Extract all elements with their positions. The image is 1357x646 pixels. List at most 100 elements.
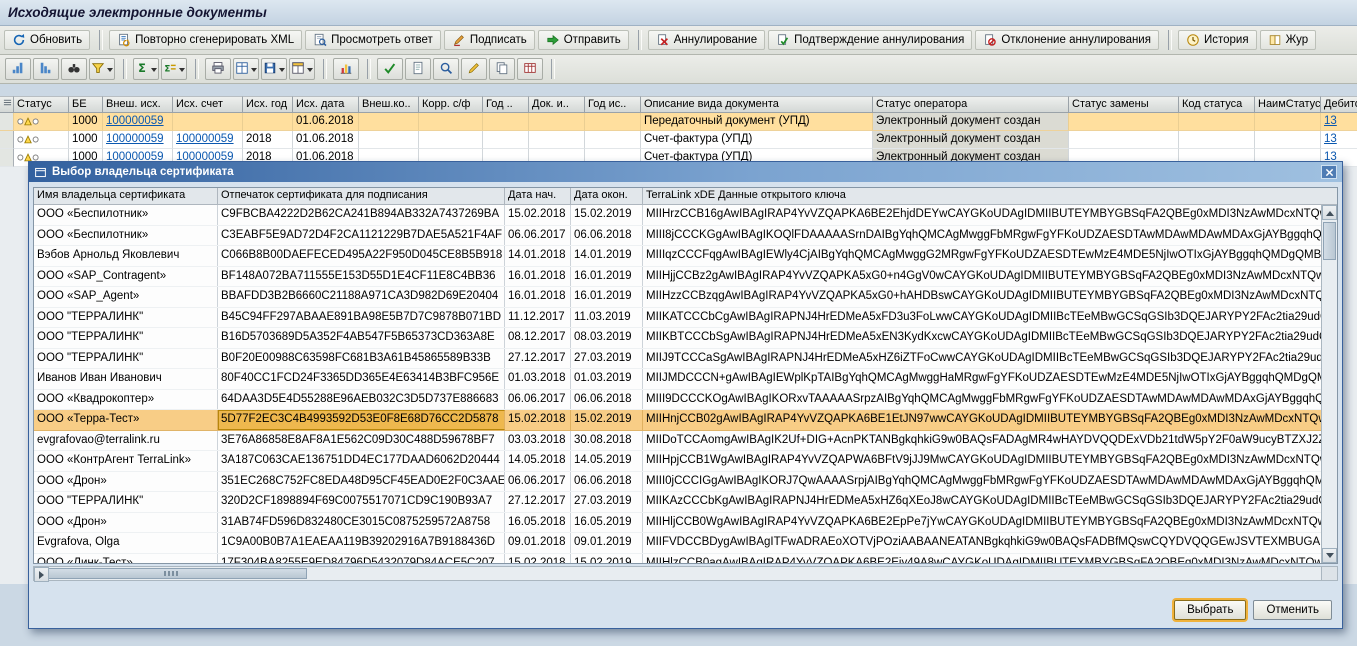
certificate-row[interactable]: ООО "ТЕРРАЛИНК" B45C94FF297ABAAE891BA98E… xyxy=(34,308,1321,329)
views-button[interactable] xyxy=(233,58,259,80)
print-button[interactable] xyxy=(205,58,231,80)
journal-button[interactable]: Жур xyxy=(1260,30,1317,50)
certificate-row[interactable]: ООО "ТЕРРАЛИНК" B16D5703689D5A352F4AB547… xyxy=(34,328,1321,349)
zoom-button[interactable] xyxy=(433,58,459,80)
history-button[interactable]: История xyxy=(1178,30,1257,50)
attachments-button[interactable] xyxy=(489,58,515,80)
certificate-row[interactable]: ООО «Беспилотник» C3EABF5E9AD72D4F2CA112… xyxy=(34,226,1321,247)
regenerate-xml-button[interactable]: Повторно сгенерировать XML xyxy=(109,30,302,50)
column-header-valid-to[interactable]: Дата окон. xyxy=(571,188,643,205)
column-header-out-invoice[interactable]: Исх. счет xyxy=(173,96,243,113)
column-header-debitor[interactable]: Дебито.. xyxy=(1321,96,1357,113)
cell-public-key: MIIHnjCCB02gAwIBAgIRAP4YvVZQAPKA6BE1EtJN… xyxy=(643,410,1321,430)
column-header-valid-from[interactable]: Дата нач. xyxy=(505,188,571,205)
cell-valid-from: 15.02.2018 xyxy=(505,205,571,225)
certificate-row[interactable]: ООО «Дрон» 31AB74FD596D832480CE3015C0875… xyxy=(34,513,1321,534)
cell-debitor-link[interactable]: 13 xyxy=(1321,113,1357,131)
find-icon xyxy=(67,61,81,78)
column-header-status-code[interactable]: Код статуса xyxy=(1179,96,1255,113)
close-button[interactable] xyxy=(1321,165,1337,179)
certificate-row[interactable]: ООО «Беспилотник» C9FBCBA4222D2B62CA241B… xyxy=(34,205,1321,226)
cell-out-date: 01.06.2018 xyxy=(293,131,359,149)
dialog-title-bar[interactable]: Выбор владельца сертификата xyxy=(29,162,1342,182)
column-header-be[interactable]: БЕ xyxy=(69,96,103,113)
certificate-row[interactable]: ООО «Дрон» 351EC268C752FC8EDA48D95CF45EA… xyxy=(34,472,1321,493)
sort-desc-button[interactable] xyxy=(33,58,59,80)
vertical-scrollbar[interactable] xyxy=(1321,205,1337,563)
layout-button[interactable] xyxy=(289,58,315,80)
cell-valid-from: 11.12.2017 xyxy=(505,308,571,328)
certificate-row[interactable]: ООО «Квадрокоптер» 64DAA3D5E4D55288E96AE… xyxy=(34,390,1321,411)
sign-button[interactable]: Подписать xyxy=(444,30,535,50)
grid-row[interactable]: 1000 100000059 01.06.2018 Передаточный д… xyxy=(0,113,1357,131)
cell-out-invoice-link[interactable]: 100000059 xyxy=(173,131,243,149)
horizontal-scrollbar[interactable] xyxy=(33,566,1338,581)
certificate-row[interactable]: Вэбов Арнольд Яковлевич C066B8B00DAEFECE… xyxy=(34,246,1321,267)
grid-row[interactable]: 1000 100000059 100000059 2018 01.06.2018… xyxy=(0,131,1357,149)
export-button[interactable] xyxy=(261,58,287,80)
certificate-row[interactable]: Иванов Иван Иванович 80F40CC1FCD24F3365D… xyxy=(34,369,1321,390)
certificate-row[interactable]: ООО «SAP_Agent» BBAFDD3B2B6660C21188A971… xyxy=(34,287,1321,308)
column-header-fingerprint[interactable]: Отпечаток сертификата для подписания xyxy=(218,188,505,205)
certificate-row[interactable]: ООО «Терра-Тест» 5D77F2EC3C4B4993592D53E… xyxy=(34,410,1321,431)
graphic-button[interactable] xyxy=(333,58,359,80)
column-header-year[interactable]: Год .. xyxy=(483,96,529,113)
column-header-ext-corr[interactable]: Внеш.ко.. xyxy=(359,96,419,113)
filter-button[interactable] xyxy=(89,58,115,80)
certificate-row[interactable]: evgrafovao@terralink.ru 3E76A86858E8AF8A… xyxy=(34,431,1321,452)
annulment-confirm-icon xyxy=(776,33,790,47)
check-entries-button[interactable] xyxy=(377,58,403,80)
grid-icon xyxy=(523,61,537,78)
column-header-doc[interactable]: Док. и.. xyxy=(529,96,585,113)
subtotal-button[interactable]: Σ xyxy=(161,58,187,80)
row-selector[interactable] xyxy=(0,113,14,131)
column-header-out-year[interactable]: Исх. год xyxy=(243,96,293,113)
vertical-scroll-thumb[interactable] xyxy=(1323,222,1336,260)
scroll-down-button[interactable] xyxy=(1322,548,1337,563)
select-all-corner[interactable] xyxy=(0,96,14,113)
cancel-button[interactable]: Отменить xyxy=(1253,600,1332,620)
column-header-out-date[interactable]: Исх. дата xyxy=(293,96,359,113)
cell-public-key: MIIHljCCB0WgAwIBAgIRAP4YvVZQAPKA6BE2EpPe… xyxy=(643,513,1321,533)
table-settings-button[interactable] xyxy=(517,58,543,80)
cell-ext-number-link[interactable]: 100000059 xyxy=(103,113,173,131)
total-button[interactable]: Σ xyxy=(133,58,159,80)
column-header-replace-status[interactable]: Статус замены xyxy=(1069,96,1179,113)
sort-asc-button[interactable] xyxy=(5,58,31,80)
annulment-reject-button[interactable]: Отклонение аннулирования xyxy=(975,30,1159,50)
certificate-row[interactable]: Evgrafova, Olga 1C9A00B0B7A1EAEAA119B392… xyxy=(34,533,1321,554)
column-header-public-key[interactable]: TerraLink xDE Данные открытого ключа xyxy=(643,188,1337,205)
edit-button[interactable] xyxy=(461,58,487,80)
scroll-right-button[interactable] xyxy=(34,567,49,582)
column-header-operator-status[interactable]: Статус оператора xyxy=(873,96,1069,113)
grid-header-row: Статус БЕ Внеш. исх. Исх. счет Исх. год … xyxy=(0,96,1357,113)
column-header-ext-number[interactable]: Внеш. исх. xyxy=(103,96,173,113)
cell-out-invoice-link[interactable] xyxy=(173,113,243,131)
refresh-button[interactable]: Обновить xyxy=(4,30,90,50)
scroll-up-button[interactable] xyxy=(1322,205,1337,220)
annulment-confirm-button[interactable]: Подтверждение аннулирования xyxy=(768,30,972,50)
cell-corr-sf xyxy=(419,113,483,131)
row-selector[interactable] xyxy=(0,131,14,149)
find-button[interactable] xyxy=(61,58,87,80)
cell-ext-number-link[interactable]: 100000059 xyxy=(103,131,173,149)
certificate-row[interactable]: ООО «SAP_Contragent» BF148A072BA711555E1… xyxy=(34,267,1321,288)
cell-debitor-link[interactable]: 13 xyxy=(1321,131,1357,149)
column-header-corr-sf[interactable]: Корр. с/ф xyxy=(419,96,483,113)
column-header-year-i[interactable]: Год ис.. xyxy=(585,96,641,113)
certificate-row[interactable]: ООО «КонтрАгент TerraLink» 3A187C063CAE1… xyxy=(34,451,1321,472)
certificate-row[interactable]: ООО "ТЕРРАЛИНК" B0F20E00988C63598FC681B3… xyxy=(34,349,1321,370)
display-document-button[interactable] xyxy=(405,58,431,80)
row-selector[interactable] xyxy=(0,149,14,167)
column-header-status-name[interactable]: НаимСтатус xyxy=(1255,96,1321,113)
certificate-row[interactable]: ООО «Линк-Тест» 17F304BA8255E9ED84796D54… xyxy=(34,554,1321,564)
view-response-button[interactable]: Просмотреть ответ xyxy=(305,30,441,50)
send-button[interactable]: Отправить xyxy=(538,30,629,50)
column-header-status[interactable]: Статус xyxy=(14,96,69,113)
horizontal-scroll-thumb[interactable] xyxy=(35,568,307,579)
choose-button[interactable]: Выбрать xyxy=(1174,600,1246,620)
column-header-owner[interactable]: Имя владельца сертификата xyxy=(34,188,218,205)
certificate-row[interactable]: ООО "ТЕРРАЛИНК" 320D2CF1898894F69C007551… xyxy=(34,492,1321,513)
column-header-doc-type[interactable]: Описание вида документа xyxy=(641,96,873,113)
annulment-button[interactable]: Аннулирование xyxy=(648,30,765,50)
